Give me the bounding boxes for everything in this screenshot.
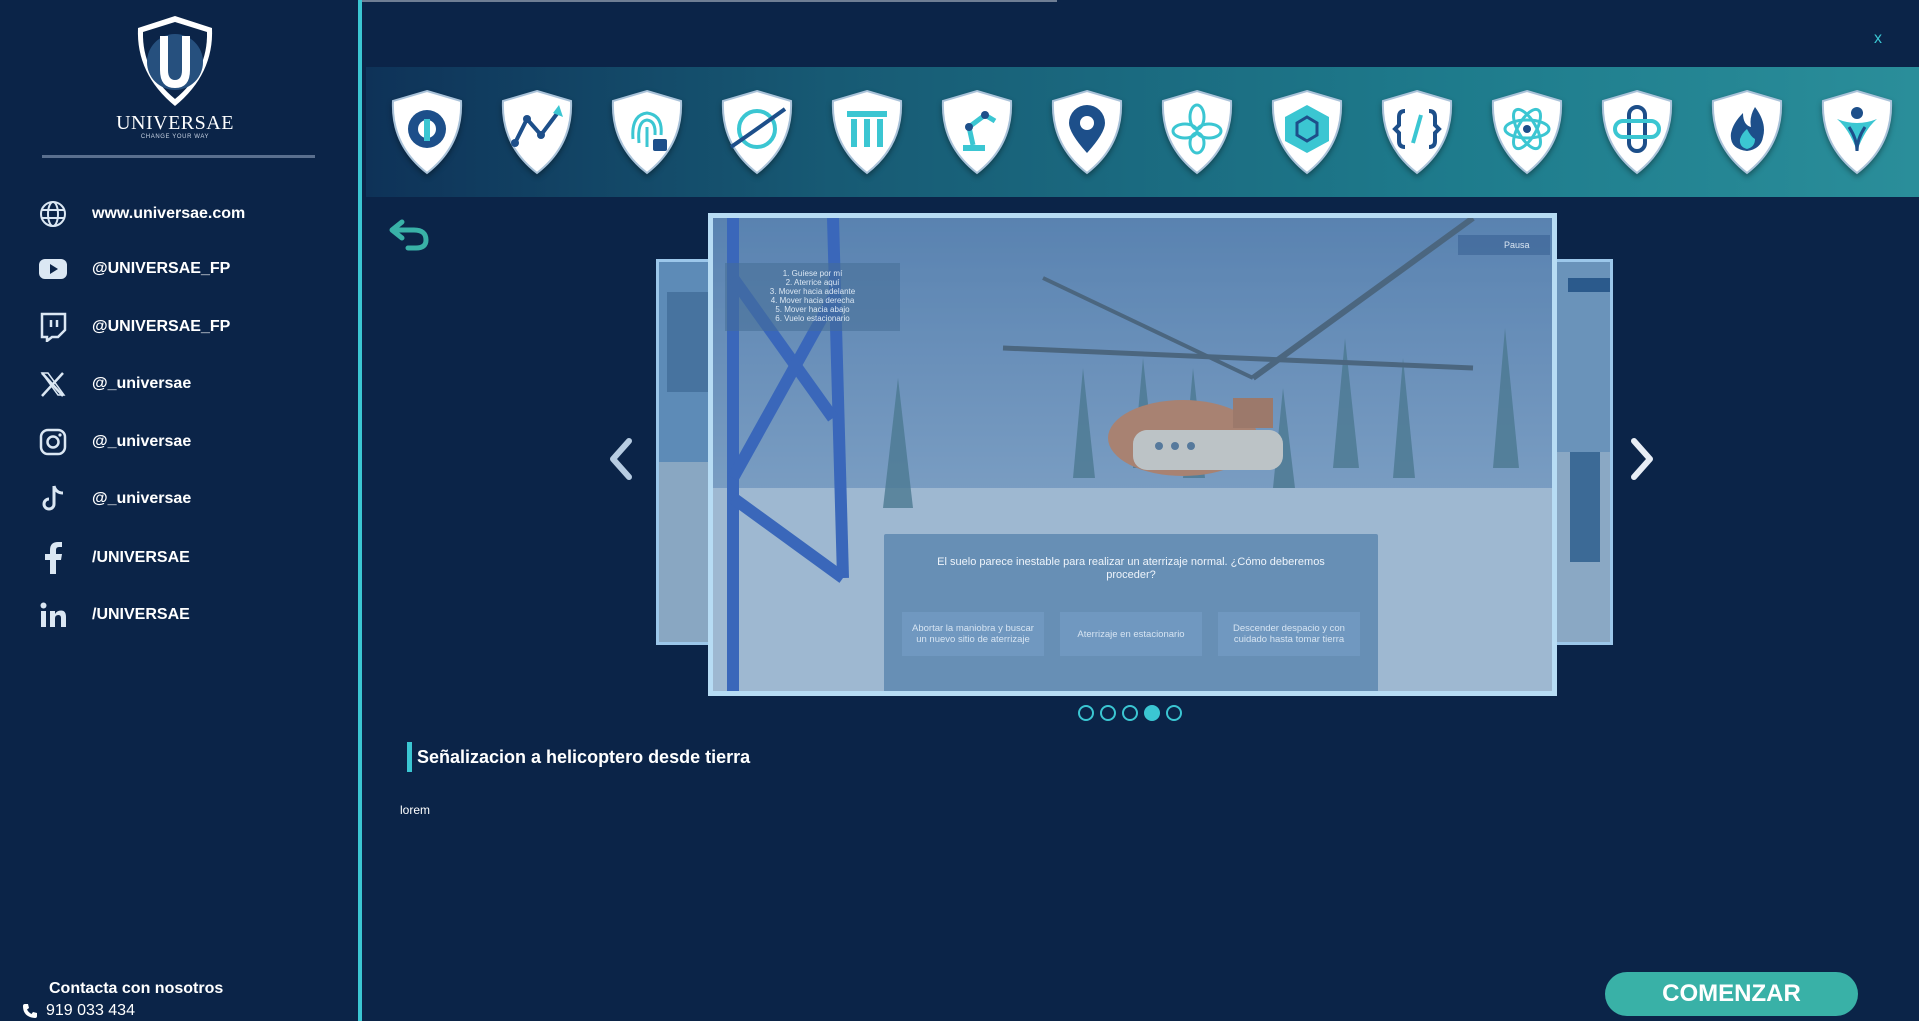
sidebar-divider xyxy=(42,155,315,158)
badge-robot-arm[interactable] xyxy=(939,89,1015,175)
sidebar-link-tiktok[interactable]: @_universae xyxy=(36,479,336,519)
badge-atom[interactable] xyxy=(1489,89,1565,175)
hud-menu-line: 5. Mover hacia abajo xyxy=(775,305,850,314)
brand-name: UNIVERSAE xyxy=(116,112,234,134)
sidebar-link-label: @UNIVERSAE_FP xyxy=(92,318,231,335)
close-button[interactable]: x xyxy=(1874,30,1882,48)
badge-map-pin[interactable] xyxy=(1049,89,1125,175)
instagram-icon xyxy=(36,425,70,459)
hud-menu-line: 1. Guíese por mí xyxy=(782,269,843,278)
sidebar-link-youtube[interactable]: @UNIVERSAE_FP xyxy=(36,249,336,289)
hud-menu-line: 2. Aterrice aquí xyxy=(785,278,840,287)
carousel-active-slide[interactable]: 1. Guíese por mí 2. Aterrice aquí 3. Mov… xyxy=(708,213,1557,696)
start-button[interactable]: COMENZAR xyxy=(1605,972,1858,1016)
simulation-title: Señalizacion a helicoptero desde tierra xyxy=(417,747,751,767)
flower-icon xyxy=(1161,89,1233,175)
carousel-pagination xyxy=(1078,705,1182,721)
title-accent-bar xyxy=(407,742,412,772)
hud-menu-line: 4. Mover hacia derecha xyxy=(770,296,855,305)
hud-pause-label: Pausa xyxy=(1458,235,1550,255)
sidebar-link-label: @_universae xyxy=(92,490,192,507)
slide-thumbnail-image xyxy=(1550,262,1610,642)
tiktok-icon xyxy=(36,482,70,516)
sidebar-link-linkedin[interactable]: /UNIVERSAE xyxy=(36,595,336,635)
youtube-icon xyxy=(36,252,70,286)
badge-cube[interactable] xyxy=(1269,89,1345,175)
badge-flame[interactable] xyxy=(1709,89,1785,175)
sidebar-link-facebook[interactable]: /UNIVERSAE xyxy=(36,538,336,578)
carousel-dot-active[interactable] xyxy=(1144,705,1160,721)
contact-phone[interactable]: 919 033 434 xyxy=(22,1002,135,1020)
carousel-prev-button[interactable] xyxy=(607,437,637,481)
sidebar-link-label: /UNIVERSAE xyxy=(92,549,190,566)
badge-people[interactable] xyxy=(1819,89,1895,175)
twitch-icon xyxy=(36,310,70,344)
cube-icon xyxy=(1271,89,1343,175)
sidebar-link-instagram[interactable]: @_universae xyxy=(36,422,336,462)
contact-title: Contacta con nosotros xyxy=(49,980,224,997)
badge-globe-orbit[interactable] xyxy=(719,89,795,175)
chevron-right-icon xyxy=(1631,438,1653,480)
chart-growth-icon xyxy=(501,89,573,175)
atom-icon xyxy=(1491,89,1563,175)
sidebar-link-label: @_universae xyxy=(92,433,192,450)
linkedin-icon xyxy=(36,598,70,632)
hud-command-menu: 1. Guíese por mí 2. Aterrice aquí 3. Mov… xyxy=(725,263,900,331)
contact-phone-number: 919 033 434 xyxy=(46,1002,135,1019)
brand-tagline: CHANGE YOUR WAY xyxy=(140,134,210,140)
globe-orbit-icon xyxy=(721,89,793,175)
sidebar-link-label: /UNIVERSAE xyxy=(92,606,190,623)
sidebar-link-label: @_universae xyxy=(92,375,192,392)
sidebar: UNIVERSAE CHANGE YOUR WAY www.universae.… xyxy=(0,0,362,1021)
map-pin-icon xyxy=(1051,89,1123,175)
back-button[interactable] xyxy=(388,218,434,254)
hud-question-panel: El suelo parece inestable para realizar … xyxy=(884,534,1378,691)
hud-menu-line: 6. Vuelo estacionario xyxy=(775,314,850,323)
people-icon xyxy=(1821,89,1893,175)
hud-question-text: El suelo parece inestable para realizar … xyxy=(937,556,1325,581)
globe-icon xyxy=(36,197,70,231)
infinity-cross-icon xyxy=(1601,89,1673,175)
chevron-left-icon xyxy=(610,438,632,480)
badge-code-brackets[interactable] xyxy=(1379,89,1455,175)
carousel-dot[interactable] xyxy=(1078,705,1094,721)
carousel-dot[interactable] xyxy=(1122,705,1138,721)
carousel-next-button[interactable] xyxy=(1626,437,1656,481)
badge-columns[interactable] xyxy=(829,89,905,175)
carousel-dot[interactable] xyxy=(1166,705,1182,721)
sidebar-link-twitch[interactable]: @UNIVERSAE_FP xyxy=(36,307,336,347)
badge-flower[interactable] xyxy=(1159,89,1235,175)
sidebar-link-x[interactable]: @_universae xyxy=(36,364,336,404)
undo-arrow-icon xyxy=(389,219,429,251)
gear-wrench-icon xyxy=(391,89,463,175)
hud-option: Descender despacio y con cuidado hasta t… xyxy=(1218,612,1360,656)
badge-fingerprint-lock[interactable] xyxy=(609,89,685,175)
hud-menu-line: 3. Mover hacia adelante xyxy=(769,287,856,296)
phone-icon xyxy=(23,1004,37,1018)
hud-option: Aterrizaje en estacionario xyxy=(1060,612,1202,656)
columns-icon xyxy=(831,89,903,175)
badge-chart-growth[interactable] xyxy=(499,89,575,175)
flame-icon xyxy=(1711,89,1783,175)
shield-logo-icon xyxy=(137,16,213,106)
code-brackets-icon xyxy=(1381,89,1453,175)
carousel-dot[interactable] xyxy=(1100,705,1116,721)
robot-arm-icon xyxy=(941,89,1013,175)
badge-infinity-cross[interactable] xyxy=(1599,89,1675,175)
hud-option: Abortar la maniobra y buscar un nuevo si… xyxy=(902,612,1044,656)
facebook-icon xyxy=(36,541,70,575)
brand-logo[interactable]: UNIVERSAE CHANGE YOUR WAY xyxy=(110,14,260,144)
simulation-description: lorem xyxy=(400,803,431,817)
x-icon xyxy=(36,367,70,401)
category-badge-bar xyxy=(366,67,1919,197)
sidebar-link-label: www.universae.com xyxy=(92,205,246,222)
fingerprint-lock-icon xyxy=(611,89,683,175)
sidebar-link-label: @UNIVERSAE_FP xyxy=(92,260,231,277)
sidebar-link-website[interactable]: www.universae.com xyxy=(36,194,336,234)
badge-gear-wrench[interactable] xyxy=(389,89,465,175)
